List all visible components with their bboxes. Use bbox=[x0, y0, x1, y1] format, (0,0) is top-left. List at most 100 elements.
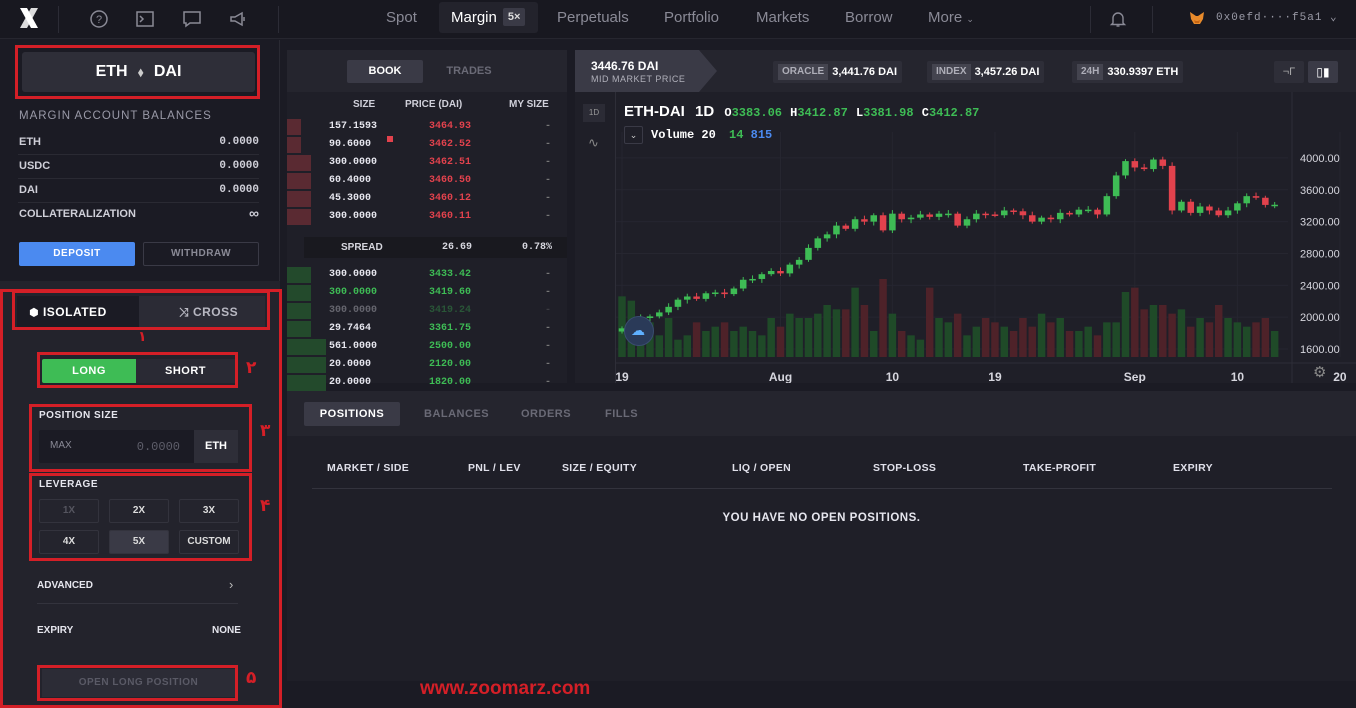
volume-bar bbox=[1019, 318, 1027, 357]
tab-trades[interactable]: TRADES bbox=[432, 60, 506, 83]
tab-fills[interactable]: FILLS bbox=[605, 402, 638, 426]
position-size-input[interactable]: MAX 0.0000 bbox=[39, 430, 194, 463]
candle-body bbox=[935, 213, 943, 217]
deposit-button[interactable]: DEPOSIT bbox=[19, 242, 135, 266]
nav-margin[interactable]: Margin 5× bbox=[439, 2, 538, 33]
advanced-toggle[interactable]: ADVANCED bbox=[37, 580, 93, 591]
order-book-row[interactable]: 300.0000 3419.60 - bbox=[287, 284, 567, 302]
candle-body bbox=[795, 259, 803, 265]
long-button[interactable]: LONG bbox=[42, 359, 136, 383]
leverage-4x[interactable]: 4X bbox=[39, 530, 99, 554]
nav-portfolio[interactable]: Portfolio bbox=[664, 0, 719, 36]
megaphone-icon[interactable] bbox=[227, 8, 249, 30]
annotation-number: ۴ bbox=[260, 496, 271, 515]
terminal-icon[interactable] bbox=[134, 8, 156, 30]
volume-bar bbox=[1242, 326, 1251, 357]
order-book-row[interactable]: 20.0000 1820.00 - bbox=[287, 374, 567, 392]
nav-spot[interactable]: Spot bbox=[386, 0, 417, 36]
index-value: 3,457.26 DAI bbox=[974, 66, 1040, 78]
volume-bar bbox=[1261, 318, 1270, 357]
order-price: 3460.50 bbox=[429, 175, 472, 186]
order-book-row[interactable]: 300.0000 3419.24 - bbox=[287, 302, 567, 320]
order-book-row[interactable]: 45.3000 3460.12 - bbox=[287, 190, 567, 208]
market-selector[interactable]: ETH ⬧ DAI bbox=[22, 52, 255, 92]
volume-bar bbox=[1252, 322, 1260, 357]
leverage-2x[interactable]: 2X bbox=[109, 499, 169, 523]
candlestick-chart: 4000.00 3600.00 3200.00 2800.00 2400.00 2000.… bbox=[616, 92, 1356, 383]
tab-positions[interactable]: POSITIONS bbox=[304, 402, 400, 426]
leverage-1x[interactable]: 1X bbox=[39, 499, 99, 523]
wallet-address[interactable]: 0x0efd····f5a1 ⌄ bbox=[1216, 10, 1338, 24]
col-market-side: MARKET / SIDE bbox=[327, 462, 410, 474]
open-position-button[interactable]: OPEN LONG POSITION bbox=[42, 669, 235, 697]
candle-body bbox=[786, 264, 794, 274]
balance-asset: COLLATERALIZATION bbox=[19, 208, 136, 220]
order-size: 60.4000 bbox=[329, 175, 372, 186]
order-book-row[interactable]: 29.7464 3361.75 - bbox=[287, 320, 567, 338]
order-book-row[interactable]: 300.0000 3460.11 - bbox=[287, 208, 567, 226]
order-book-row[interactable]: 60.4000 3460.50 - bbox=[287, 172, 567, 190]
wallet-address-text: 0x0efd····f5a1 bbox=[1216, 12, 1323, 24]
order-book-row[interactable]: 20.0000 2120.00 - bbox=[287, 356, 567, 374]
depth-bar bbox=[287, 285, 311, 301]
candlestick-toggle-icon[interactable]: ▯▮ bbox=[1308, 61, 1338, 83]
col-price: PRICE (DAI) bbox=[405, 99, 463, 110]
nav-more-label: More bbox=[928, 9, 963, 26]
candle-body bbox=[833, 225, 840, 235]
tab-book[interactable]: BOOK bbox=[347, 60, 423, 83]
line-chart-toggle-icon[interactable]: ¬Γ bbox=[1274, 61, 1304, 83]
gear-icon[interactable]: ⚙ bbox=[1313, 363, 1326, 381]
order-price: 3464.93 bbox=[429, 121, 472, 132]
help-icon[interactable]: ? bbox=[88, 8, 110, 30]
size-unit-selector[interactable]: ETH bbox=[194, 430, 238, 463]
y-tick-label: 2800.00 bbox=[1300, 248, 1340, 260]
candle-body bbox=[1159, 159, 1167, 166]
order-book-row[interactable]: 300.0000 3462.51 - bbox=[287, 154, 567, 172]
chat-icon[interactable] bbox=[181, 8, 203, 30]
volume-bar bbox=[1121, 292, 1130, 357]
tab-cross[interactable]: ⤨ CROSS bbox=[139, 296, 265, 329]
candle-body bbox=[926, 214, 933, 217]
volume-bar bbox=[916, 339, 925, 357]
nav-perpetuals[interactable]: Perpetuals bbox=[557, 0, 629, 36]
interval-1d-button[interactable]: 1D bbox=[583, 104, 605, 122]
volume-bar bbox=[870, 331, 878, 357]
candle-body bbox=[702, 293, 710, 299]
candle-body bbox=[954, 213, 961, 226]
volume-bar bbox=[795, 318, 803, 357]
order-book-row[interactable]: 561.0000 2500.00 - bbox=[287, 338, 567, 356]
tab-orders[interactable]: ORDERS bbox=[521, 402, 571, 426]
tradingview-logo[interactable]: ☁ bbox=[624, 316, 654, 346]
tab-isolated[interactable]: ⬢ ISOLATED bbox=[17, 296, 139, 329]
chevron-right-icon: › bbox=[229, 577, 234, 592]
volume-bar bbox=[664, 318, 673, 357]
order-book-row[interactable]: 300.0000 3433.42 - bbox=[287, 266, 567, 284]
candle-body bbox=[851, 219, 859, 229]
leverage-3x[interactable]: 3X bbox=[179, 499, 239, 523]
col-my-size: MY SIZE bbox=[509, 99, 549, 110]
indicator-icon[interactable]: ∿ bbox=[588, 135, 599, 151]
x-logo-icon[interactable] bbox=[17, 4, 41, 32]
nav-more[interactable]: More ⌄ bbox=[928, 0, 974, 36]
candle-body bbox=[777, 271, 784, 274]
nav-markets[interactable]: Markets bbox=[756, 0, 809, 36]
volume-bar bbox=[1075, 331, 1083, 357]
expiry-value[interactable]: NONE bbox=[212, 625, 241, 636]
order-book-row[interactable]: 90.6000 3462.52 - bbox=[287, 136, 567, 154]
leverage-5x[interactable]: 5X bbox=[109, 530, 169, 554]
withdraw-button[interactable]: WITHDRAW bbox=[143, 242, 259, 266]
max-button[interactable]: MAX bbox=[50, 440, 72, 451]
nav-borrow[interactable]: Borrow bbox=[845, 0, 893, 36]
order-book-row[interactable]: 157.1593 3464.93 - bbox=[287, 118, 567, 136]
short-button[interactable]: SHORT bbox=[136, 359, 235, 383]
order-price: 3419.60 bbox=[429, 287, 472, 298]
order-my-size: - bbox=[545, 377, 552, 388]
candle-body bbox=[1215, 210, 1222, 216]
candle-body bbox=[767, 271, 775, 275]
volume-bar bbox=[1168, 313, 1176, 357]
leverage-custom[interactable]: CUSTOM bbox=[179, 530, 239, 554]
bell-icon[interactable] bbox=[1107, 8, 1129, 30]
tab-balances[interactable]: BALANCES bbox=[424, 402, 489, 426]
volume-bar bbox=[674, 339, 682, 357]
volume-bar bbox=[832, 309, 841, 357]
